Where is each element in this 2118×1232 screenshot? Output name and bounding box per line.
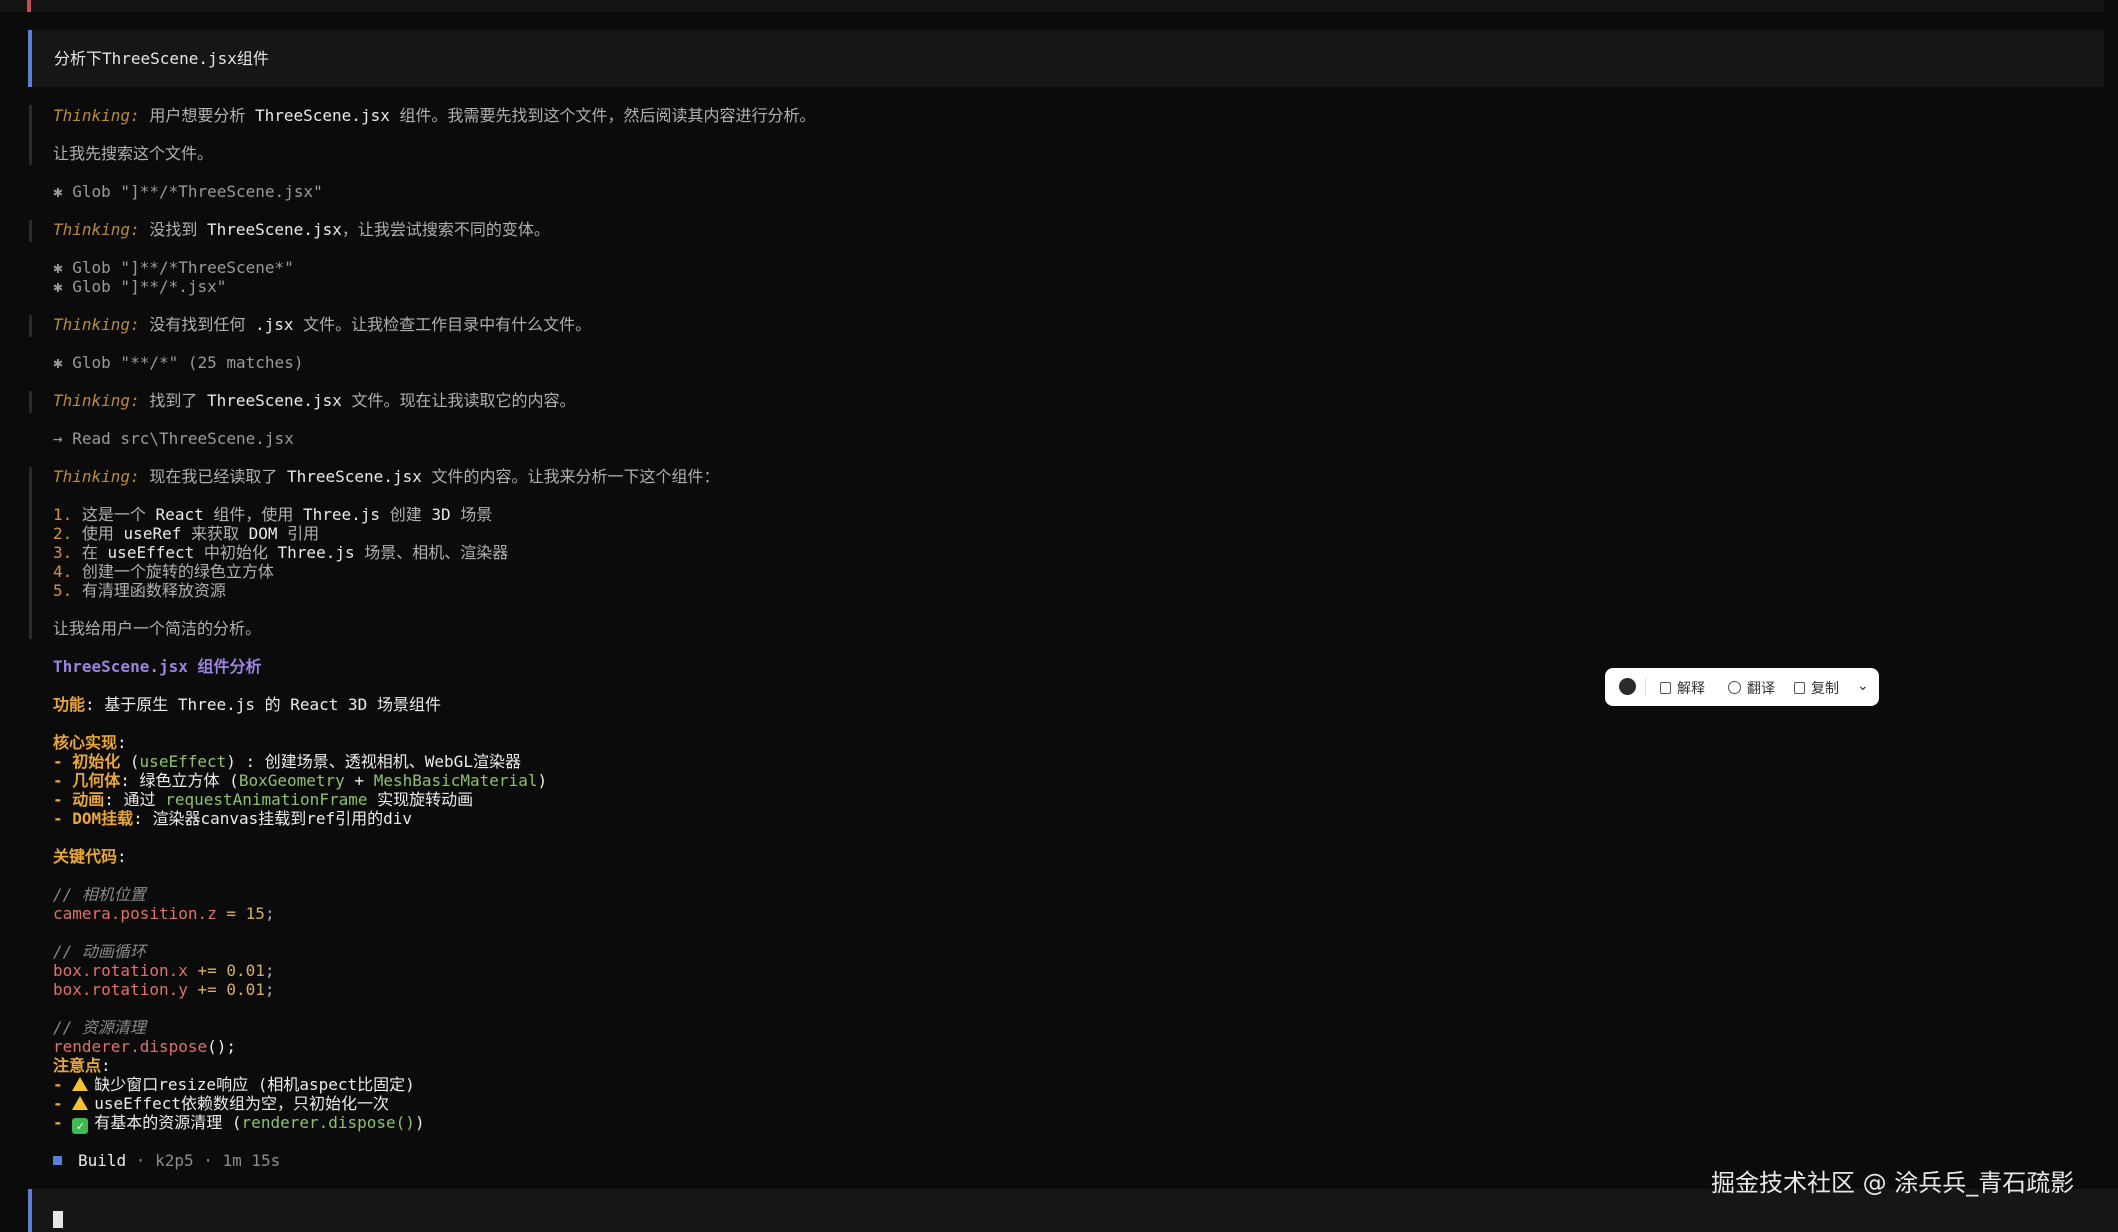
bullet-item: - DOM挂载: 渲染器canvas挂载到ref引用的div (53, 809, 413, 828)
explain-button[interactable]: 解释 (1660, 679, 1705, 698)
bullet-item: - 几何体: 绿色立方体 (BoxGeometry + MeshBasicMat… (53, 771, 548, 790)
code-heading: 关键代码: (53, 847, 127, 866)
watermark: 掘金技术社区 @ 涂兵兵_青石疏影 (1711, 1169, 2075, 1197)
core-heading: 核心实现: (53, 733, 127, 752)
note-item: - useEffect依赖数组为空，只初始化一次 (53, 1094, 389, 1113)
text-cursor (53, 1211, 63, 1228)
toolbar-divider (1645, 678, 1646, 696)
thinking-1: Thinking: 用户想要分析 ThreeScene.jsx 组件。我需要先找… (53, 106, 816, 125)
code-line: box.rotation.x += 0.01; (53, 961, 275, 980)
thinking-2: Thinking: 没找到 ThreeScene.jsx，让我尝试搜索不同的变体… (53, 220, 550, 239)
thinking-3: Thinking: 没有找到任何 .jsx 文件。让我检查工作目录中有什么文件。 (53, 315, 592, 334)
notes-heading: 注意点: (53, 1056, 111, 1075)
check-icon: ✓ (72, 1118, 89, 1134)
answer-title: ThreeScene.jsx 组件分析 (53, 657, 262, 676)
build-status: Build · k2p5 · 1m 15s (53, 1151, 280, 1170)
thinking-1-follow: 让我先搜索这个文件。 (53, 144, 214, 163)
thinking-5: Thinking: 现在我已经读取了 ThreeScene.jsx 文件的内容。… (53, 467, 720, 486)
user-prompt: 分析下ThreeScene.jsx组件 (28, 30, 2104, 87)
translate-button[interactable]: 翻译 (1728, 679, 1775, 698)
chevron-down-icon: ⌄ (1857, 677, 1869, 693)
thinking-bar (29, 105, 32, 165)
tool-read: → Read src\ThreeScene.jsx (53, 429, 294, 448)
code-line: camera.position.z = 15; (53, 904, 275, 923)
thinking-bar (29, 315, 32, 337)
tool-glob: ✱ Glob "]**/*ThreeScene*" (53, 258, 294, 277)
list-item: 5. 有清理函数释放资源 (53, 581, 226, 600)
thinking-5-follow: 让我给用户一个简洁的分析。 (53, 619, 262, 638)
warning-icon (72, 1077, 89, 1091)
assistant-logo-icon[interactable] (1619, 678, 1636, 695)
explain-icon (1660, 682, 1671, 694)
list-item: 2. 使用 useRef 来获取 DOM 引用 (53, 524, 320, 543)
thinking-bar (29, 391, 32, 413)
thinking-bar (29, 467, 32, 639)
warning-icon (72, 1096, 89, 1110)
note-item: - 缺少窗口resize响应 (相机aspect比固定) (53, 1075, 415, 1094)
thinking-4: Thinking: 找到了 ThreeScene.jsx 文件。现在让我读取它的… (53, 391, 576, 410)
code-comment: // 动画循环 (53, 942, 146, 961)
thinking-bar (29, 220, 32, 242)
tool-glob: ✱ Glob "]**/*ThreeScene.jsx" (53, 182, 323, 201)
code-comment: // 资源清理 (53, 1018, 146, 1037)
bullet-item: - 初始化 (useEffect) : 创建场景、透视相机、WebGL渲染器 (53, 752, 521, 771)
copy-icon (1794, 682, 1805, 694)
thinking-label: Thinking: (53, 106, 140, 125)
previous-message-edge (0, 0, 2104, 12)
tool-glob: ✱ Glob "]**/*.jsx" (53, 277, 227, 296)
build-label: Build (78, 1151, 127, 1170)
list-item: 3. 在 useEffect 中初始化 Three.js 场景、相机、渲染器 (53, 543, 509, 562)
list-item: 1. 这是一个 React 组件，使用 Three.js 创建 3D 场景 (53, 505, 493, 524)
bullet-item: - 动画: 通过 requestAnimationFrame 实现旋转动画 (53, 790, 474, 809)
selection-toolbar: 解释 翻译 复制 ⌄ (1605, 668, 1879, 706)
code-comment: // 相机位置 (53, 885, 146, 904)
code-line: box.rotation.y += 0.01; (53, 980, 275, 999)
function-line: 功能: 基于原生 Three.js 的 React 3D 场景组件 (53, 695, 441, 714)
globe-icon (1728, 681, 1741, 694)
code-line: renderer.dispose(); (53, 1037, 237, 1056)
previous-message-marker (27, 0, 31, 12)
more-dropdown-button[interactable]: ⌄ (1857, 676, 1869, 695)
build-icon (53, 1156, 62, 1165)
copy-button[interactable]: 复制 (1794, 679, 1839, 698)
user-prompt-text: 分析下ThreeScene.jsx组件 (54, 49, 269, 68)
note-item: - ✓ 有基本的资源清理 (renderer.dispose()) (53, 1113, 425, 1134)
build-meta: · k2p5 · 1m 15s (126, 1151, 281, 1170)
list-item: 4. 创建一个旋转的绿色立方体 (53, 562, 274, 581)
tool-glob: ✱ Glob "**/*" (25 matches) (53, 353, 304, 372)
